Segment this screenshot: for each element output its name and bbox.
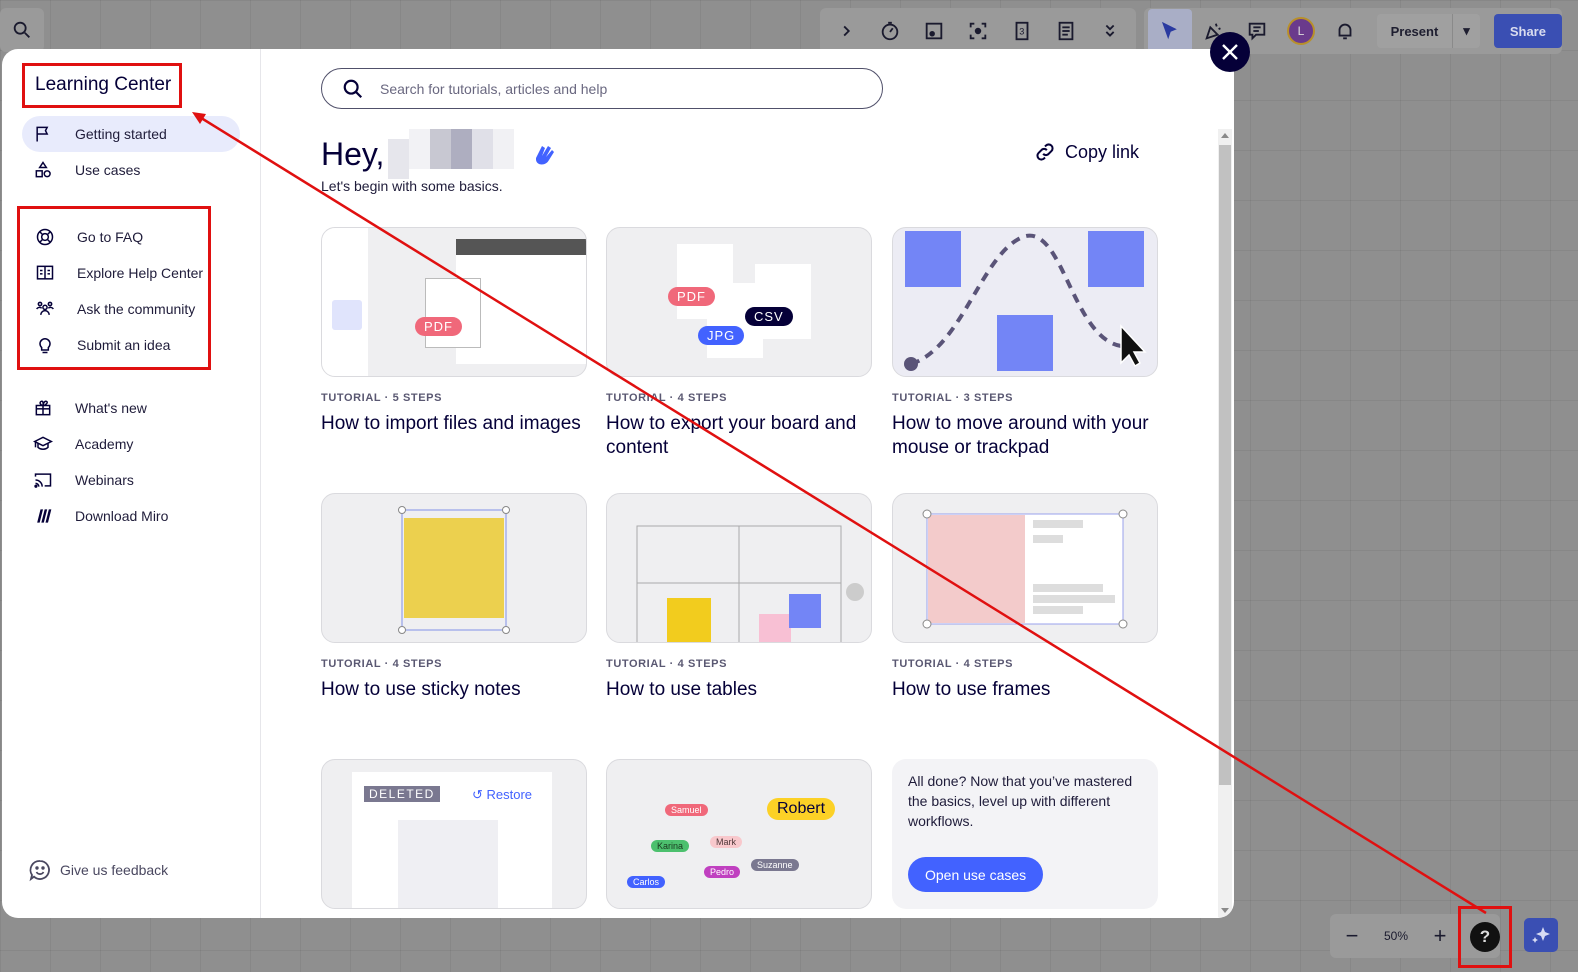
- ai-assistant-button[interactable]: [1524, 918, 1558, 952]
- zoom-in-button[interactable]: +: [1418, 923, 1462, 949]
- scroll-down-icon[interactable]: [1221, 908, 1229, 913]
- copy-link-button[interactable]: Copy link: [1034, 141, 1139, 163]
- close-icon: [1222, 44, 1238, 60]
- greeting: Hey,: [321, 129, 560, 179]
- search-field[interactable]: [321, 68, 883, 109]
- user-avatar[interactable]: L: [1279, 9, 1323, 53]
- share-button[interactable]: Share: [1493, 14, 1562, 48]
- timer-icon[interactable]: [868, 9, 912, 53]
- scrollbar-thumb[interactable]: [1219, 145, 1231, 785]
- svg-text:3: 3: [1019, 27, 1024, 37]
- sticky-notes-thumbnail: [321, 493, 587, 643]
- bell-icon[interactable]: [1323, 9, 1367, 53]
- cursor-icon[interactable]: [1148, 9, 1192, 53]
- present-button[interactable]: Present ▾: [1376, 14, 1480, 48]
- question-icon: ?: [1470, 922, 1500, 952]
- close-modal-button[interactable]: [1210, 32, 1250, 72]
- help-button[interactable]: ?: [1458, 906, 1512, 968]
- tutorial-card-import[interactable]: PDF TUTORIAL · 5 STEPS How to import fil…: [321, 227, 587, 436]
- tables-thumbnail: [606, 493, 872, 643]
- waving-hand-icon: [536, 146, 555, 165]
- collaboration-toolbar: L Present ▾ Share: [1144, 8, 1562, 54]
- tutorial-card-frames[interactable]: TUTORIAL · 4 STEPS How to use frames: [892, 493, 1158, 702]
- import-thumbnail: PDF: [321, 227, 587, 377]
- restore-thumbnail: DELETED ↺ Restore: [321, 759, 587, 909]
- tutorial-card-export[interactable]: PDF JPG CSV TUTORIAL · 4 STEPS How to ex…: [606, 227, 872, 460]
- use-cases-promo: All done? Now that you’ve mastered the b…: [892, 759, 1158, 909]
- tutorial-card-restore[interactable]: DELETED ↺ Restore: [321, 759, 587, 909]
- tutorial-card-sticky-notes[interactable]: TUTORIAL · 4 STEPS How to use sticky not…: [321, 493, 587, 702]
- content-scrollbar[interactable]: [1218, 129, 1232, 917]
- subtitle: Let's begin with some basics.: [321, 178, 503, 194]
- export-thumbnail: PDF JPG CSV: [606, 227, 872, 377]
- redacted-username: [388, 129, 515, 179]
- open-use-cases-button[interactable]: Open use cases: [908, 857, 1044, 892]
- notes-icon[interactable]: [1044, 9, 1088, 53]
- link-icon: [1036, 143, 1054, 161]
- more-tools-icon[interactable]: [1088, 9, 1132, 53]
- scroll-up-icon[interactable]: [1221, 133, 1229, 138]
- tutorial-card-collaboration[interactable]: Samuel Karina Mark Carlos Pedro Suzanne …: [606, 759, 872, 909]
- card-icon[interactable]: [912, 9, 956, 53]
- search-icon: [0, 8, 44, 52]
- tutorial-card-navigation[interactable]: TUTORIAL · 3 STEPS How to move around wi…: [892, 227, 1158, 460]
- frames-thumbnail: [892, 493, 1158, 643]
- learning-center-modal: Learning Center Getting started Use case…: [2, 49, 1234, 918]
- zoom-out-button[interactable]: −: [1330, 923, 1374, 949]
- count-icon[interactable]: 3: [1000, 9, 1044, 53]
- collaboration-thumbnail: Samuel Karina Mark Carlos Pedro Suzanne …: [606, 759, 872, 909]
- zoom-level[interactable]: 50%: [1374, 929, 1418, 943]
- tools-toolbar: 3: [820, 8, 1136, 54]
- restore-label: ↺ Restore: [472, 787, 533, 802]
- search-icon: [343, 79, 363, 98]
- tutorial-card-tables[interactable]: TUTORIAL · 4 STEPS How to use tables: [606, 493, 872, 702]
- chevron-down-icon[interactable]: ▾: [1452, 14, 1480, 48]
- learning-center-content: Hey, Let's begin with some basics. Copy …: [2, 49, 1234, 918]
- focus-icon[interactable]: [956, 9, 1000, 53]
- board-search-button[interactable]: [0, 8, 44, 52]
- search-input[interactable]: [380, 80, 840, 97]
- sparkle-icon: [1532, 927, 1550, 943]
- chevron-right-icon[interactable]: [824, 9, 868, 53]
- navigation-thumbnail: [892, 227, 1158, 377]
